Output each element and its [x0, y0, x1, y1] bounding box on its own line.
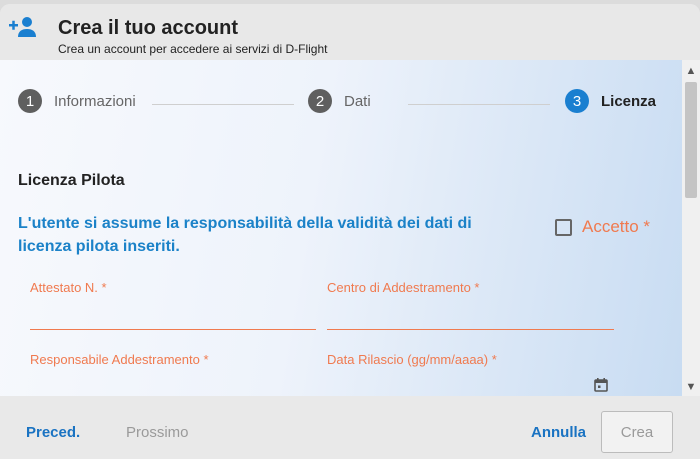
- scroll-down-icon[interactable]: ▼: [682, 378, 700, 396]
- step-connector: [152, 104, 294, 105]
- dialog-subtitle: Crea un account per accedere ai servizi …: [58, 42, 328, 56]
- step-connector: [408, 104, 550, 105]
- step-label: Licenza: [601, 92, 657, 110]
- step-number: 3: [565, 89, 589, 113]
- next-button[interactable]: Prossimo: [126, 424, 189, 441]
- scroll-up-icon[interactable]: ▲: [682, 62, 700, 80]
- step-informazioni[interactable]: 1 Informazioni: [18, 89, 136, 113]
- step-number: 2: [308, 89, 332, 113]
- step-licenza[interactable]: 3 Licenza: [565, 89, 656, 113]
- add-user-icon: [9, 17, 36, 37]
- calendar-icon[interactable]: [594, 378, 608, 392]
- dialog-footer: Preced. Prossimo Annulla Crea: [0, 396, 700, 459]
- centro-label: Centro di Addestramento *: [327, 280, 480, 295]
- responsabile-label: Responsabile Addestramento *: [30, 352, 209, 367]
- step-dati[interactable]: 2 Dati: [308, 89, 371, 113]
- vertical-scrollbar[interactable]: ▲ ▼: [682, 60, 700, 396]
- dialog-body: 1 Informazioni 2 Dati 3 Licenza Licenza …: [0, 60, 682, 396]
- previous-button[interactable]: Preced.: [26, 424, 80, 441]
- step-number: 1: [18, 89, 42, 113]
- license-disclaimer: L'utente si assume la responsabilità del…: [18, 215, 472, 255]
- create-account-dialog: Crea il tuo account Crea un account per …: [0, 4, 700, 459]
- section-title: Licenza Pilota: [18, 172, 125, 189]
- accept-label[interactable]: Accetto *: [582, 217, 650, 237]
- attestato-label: Attestato N. *: [30, 280, 107, 295]
- accept-checkbox[interactable]: [555, 219, 572, 236]
- centro-input[interactable]: [327, 329, 614, 330]
- dialog-title: Crea il tuo account: [58, 17, 239, 39]
- cancel-button[interactable]: Annulla: [531, 424, 586, 441]
- step-label: Informazioni: [54, 92, 136, 110]
- scroll-thumb[interactable]: [685, 82, 697, 198]
- data-rilascio-label: Data Rilascio (gg/mm/aaaa) *: [327, 352, 497, 367]
- attestato-input[interactable]: [30, 329, 316, 330]
- dialog-header: Crea il tuo account Crea un account per …: [0, 4, 700, 60]
- step-label: Dati: [344, 92, 371, 110]
- create-button[interactable]: Crea: [601, 411, 673, 453]
